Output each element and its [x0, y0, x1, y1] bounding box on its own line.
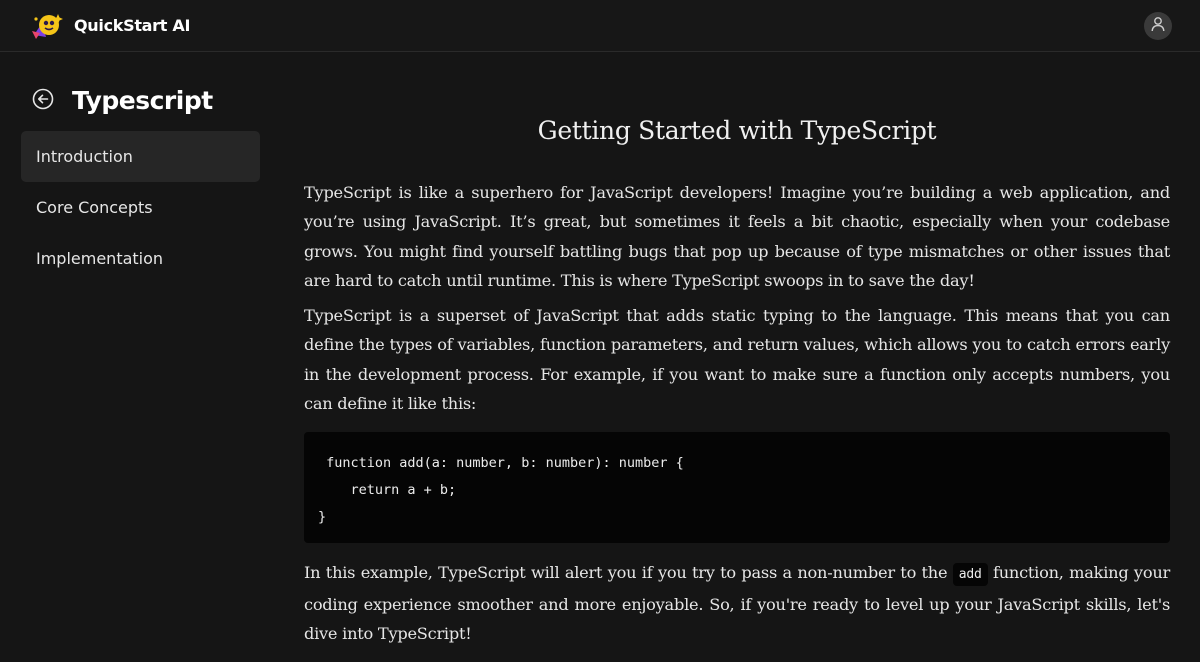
sidebar-nav: Introduction Core Concepts Implementatio…: [21, 131, 260, 284]
top-navbar: QuickStart AI: [0, 0, 1200, 52]
arrow-left-circle-icon: [32, 88, 54, 114]
code-line: function add(a: number, b: number): numb…: [318, 455, 684, 472]
sidebar-title: Typescript: [72, 86, 213, 115]
back-button[interactable]: [32, 88, 54, 114]
superset-paragraph: TypeScript is a superset of JavaScript t…: [304, 306, 1170, 414]
code-line: return a + b;: [318, 482, 457, 499]
sidebar-item-core-concepts[interactable]: Core Concepts: [21, 182, 260, 233]
user-icon: [1150, 16, 1166, 36]
intro-paragraph: TypeScript is like a superhero for JavaS…: [304, 183, 1170, 290]
sparkle-blob-logo-icon: [30, 11, 64, 41]
inline-code: add: [952, 563, 988, 587]
code-line: }: [318, 509, 327, 526]
sidebar-item-implementation[interactable]: Implementation: [21, 233, 260, 284]
page-title: Getting Started with TypeScript: [537, 116, 937, 145]
example-paragraph: In this example, TypeScript will alert y…: [304, 558, 1170, 648]
brand[interactable]: QuickStart AI: [30, 11, 190, 41]
main-content: Getting Started with TypeScript TypeScri…: [304, 53, 1170, 648]
sidebar-item-introduction[interactable]: Introduction: [21, 131, 260, 182]
brand-name: QuickStart AI: [74, 16, 191, 35]
example-text-before: In this example, TypeScript will alert y…: [304, 563, 953, 583]
sidebar-header: Typescript: [32, 86, 213, 115]
code-block: function add(a: number, b: number): numb…: [304, 432, 1170, 544]
user-avatar-button[interactable]: [1144, 11, 1172, 40]
sidebar: Typescript Introduction Core Concepts Im…: [0, 53, 280, 662]
